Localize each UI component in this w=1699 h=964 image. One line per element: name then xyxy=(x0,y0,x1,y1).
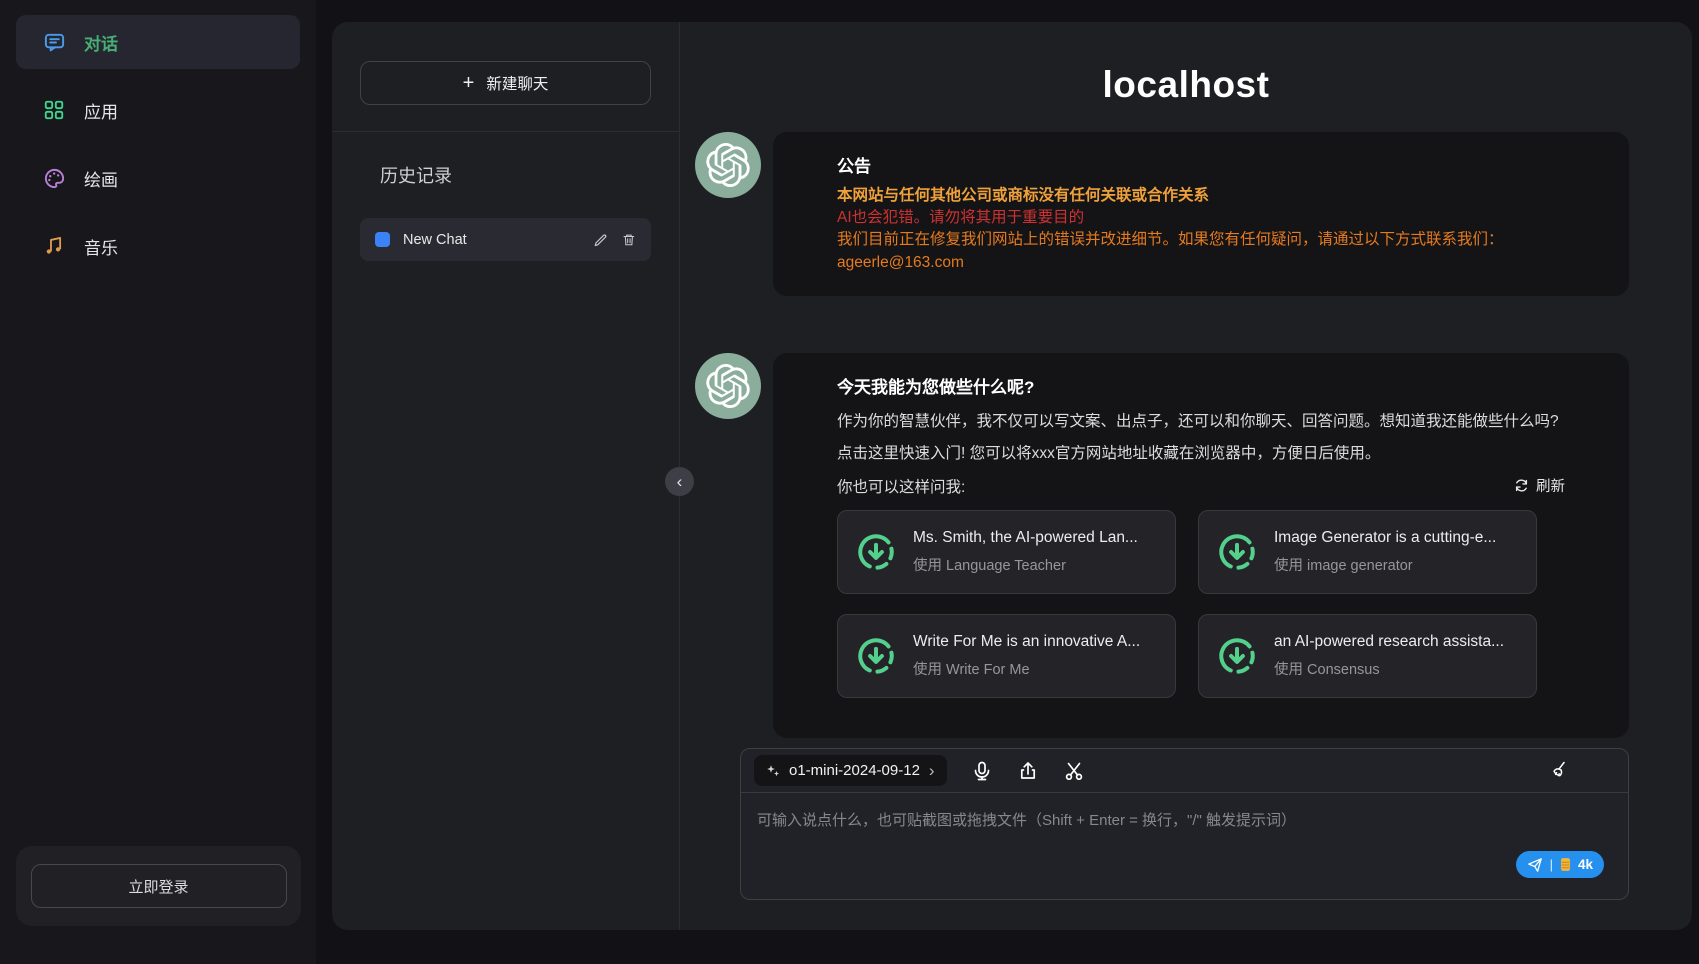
suggestion-subtitle: 使用 image generator xyxy=(1274,554,1496,575)
sparkle-icon xyxy=(766,764,780,778)
suggestion-text: Image Generator is a cutting-e... 使用 ima… xyxy=(1274,529,1496,575)
announcement-heading: 公告 xyxy=(837,154,1565,180)
suggestion-card[interactable]: Ms. Smith, the AI-powered Lan... 使用 Lang… xyxy=(837,510,1176,594)
openai-avatar xyxy=(695,132,761,198)
send-button[interactable]: | 4k xyxy=(1516,851,1604,878)
announcement-line-warning: AI也会犯错。请勿将其用于重要目的 xyxy=(837,207,1565,229)
chat-bubble-icon xyxy=(42,30,66,54)
upload-icon xyxy=(1017,760,1039,782)
history-panel: + 新建聊天 历史记录 New Chat xyxy=(332,22,679,930)
announcement-bubble: 公告 本网站与任何其他公司或商标没有任何关联或合作关系 AI也会犯错。请勿将其用… xyxy=(773,132,1629,296)
openai-logo-icon xyxy=(706,364,750,408)
suggestion-card[interactable]: Image Generator is a cutting-e... 使用 ima… xyxy=(1198,510,1537,594)
suggestion-text: an AI-powered research assista... 使用 Con… xyxy=(1274,633,1504,679)
openai-logo-icon xyxy=(706,143,750,187)
send-plane-icon xyxy=(1527,857,1543,873)
refresh-icon xyxy=(1514,478,1529,493)
sidebar-item-label: 绘画 xyxy=(84,166,118,191)
refresh-suggestions-button[interactable]: 刷新 xyxy=(1514,475,1565,496)
ask-hint: 你也可以这样问我: xyxy=(837,475,965,497)
music-note-icon xyxy=(42,234,66,258)
delete-icon[interactable] xyxy=(621,232,636,247)
refresh-label: 刷新 xyxy=(1536,475,1565,496)
chevron-right-icon: › xyxy=(929,762,935,779)
arrow-down-circle-icon xyxy=(855,531,897,573)
suggestion-subtitle: 使用 Consensus xyxy=(1274,658,1504,679)
new-chat-button[interactable]: + 新建聊天 xyxy=(360,61,651,105)
suggestion-text: Write For Me is an innovative A... 使用 Wr… xyxy=(913,633,1140,679)
plus-icon: + xyxy=(463,73,475,93)
model-label: o1-mini-2024-09-12 xyxy=(789,762,920,779)
login-card: 立即登录 xyxy=(16,846,301,926)
chevron-left-icon: ‹ xyxy=(677,472,683,492)
palette-icon xyxy=(42,166,66,190)
suggestion-card[interactable]: Write For Me is an innovative A... 使用 Wr… xyxy=(837,614,1176,698)
app-root: { "sidebar": { "items": [ { "label": "对话… xyxy=(0,0,1699,964)
upload-button[interactable] xyxy=(1017,760,1039,782)
composer: o1-mini-2024-09-12 › xyxy=(740,748,1629,900)
announcement-line-contact: 我们目前正在修复我们网站上的错误并改进细节。如果您有任何疑问，请通过以下方式联系… xyxy=(837,229,1565,251)
welcome-heading: 今天我能为您做些什么呢? xyxy=(837,375,1565,401)
new-chat-label: 新建聊天 xyxy=(486,72,548,94)
welcome-bubble: 今天我能为您做些什么呢? 作为你的智慧伙伴，我不仅可以写文案、出点子，还可以和你… xyxy=(773,353,1629,738)
history-item[interactable]: New Chat xyxy=(360,218,651,261)
composer-toolbar: o1-mini-2024-09-12 › xyxy=(741,749,1628,793)
login-button[interactable]: 立即登录 xyxy=(31,864,287,908)
history-item-actions xyxy=(593,232,636,247)
clear-context-button[interactable] xyxy=(1549,760,1571,782)
openai-avatar xyxy=(695,353,761,419)
sidebar-item-label: 应用 xyxy=(84,98,118,123)
assistant-message-announcement: 公告 本网站与任何其他公司或商标没有任何关联或合作关系 AI也会犯错。请勿将其用… xyxy=(680,132,1692,296)
suggestion-text: Ms. Smith, the AI-powered Lan... 使用 Lang… xyxy=(913,529,1138,575)
scissors-icon xyxy=(1063,760,1085,782)
sidebar-item-music[interactable]: 音乐 xyxy=(16,219,300,273)
suggestion-cards: Ms. Smith, the AI-powered Lan... 使用 Lang… xyxy=(837,510,1565,698)
microphone-button[interactable] xyxy=(971,760,993,782)
arrow-down-circle-icon xyxy=(1216,635,1258,677)
arrow-down-circle-icon xyxy=(1216,531,1258,573)
sidebar-item-label: 对话 xyxy=(84,30,118,55)
edit-icon[interactable] xyxy=(593,232,608,247)
sidebar-item-drawing[interactable]: 绘画 xyxy=(16,151,300,205)
suggestion-title: Ms. Smith, the AI-powered Lan... xyxy=(913,529,1138,547)
sidebar-nav: 对话 应用 绘画 xyxy=(0,0,316,273)
announcement-line-disclaimer: 本网站与任何其他公司或商标没有任何关联或合作关系 xyxy=(837,185,1565,207)
send-separator: | xyxy=(1550,857,1553,872)
sidebar-item-apps[interactable]: 应用 xyxy=(16,83,300,137)
contact-email-link[interactable]: ageerle@163.com xyxy=(837,252,964,274)
screenshot-button[interactable] xyxy=(1063,760,1085,782)
suggestion-title: Image Generator is a cutting-e... xyxy=(1274,529,1496,547)
assistant-message-welcome: 今天我能为您做些什么呢? 作为你的智慧伙伴，我不仅可以写文案、出点子，还可以和你… xyxy=(680,353,1692,738)
workspace: + 新建聊天 历史记录 New Chat ‹ localhost xyxy=(332,22,1692,930)
broom-icon xyxy=(1549,760,1571,782)
arrow-down-circle-icon xyxy=(855,635,897,677)
suggestion-subtitle: 使用 Language Teacher xyxy=(913,554,1138,575)
suggestion-subtitle: 使用 Write For Me xyxy=(913,658,1140,679)
token-coin-icon xyxy=(1560,857,1571,872)
suggestion-title: Write For Me is an innovative A... xyxy=(913,633,1140,651)
message-input[interactable] xyxy=(741,793,1628,899)
suggestion-title: an AI-powered research assista... xyxy=(1274,633,1504,651)
welcome-body: 作为你的智慧伙伴，我不仅可以写文案、出点子，还可以和你聊天、回答问题。想知道我还… xyxy=(837,406,1565,470)
suggestion-card[interactable]: an AI-powered research assista... 使用 Con… xyxy=(1198,614,1537,698)
chat-main: localhost 公告 本网站与任何其他公司或商标没有任何关联或合作关系 AI… xyxy=(680,22,1692,930)
model-selector[interactable]: o1-mini-2024-09-12 › xyxy=(754,755,947,786)
composer-input-area: | 4k xyxy=(741,793,1628,899)
sidebar-item-label: 音乐 xyxy=(84,234,118,259)
token-badge: 4k xyxy=(1578,857,1593,872)
chat-color-swatch-icon xyxy=(375,232,390,247)
history-divider xyxy=(332,131,679,132)
apps-grid-icon xyxy=(42,98,66,122)
history-item-title: New Chat xyxy=(403,232,580,248)
collapse-sidebar-button[interactable]: ‹ xyxy=(665,467,694,496)
microphone-icon xyxy=(971,760,993,782)
page-title: localhost xyxy=(680,64,1692,106)
sidebar-item-chat[interactable]: 对话 xyxy=(16,15,300,69)
ask-row: 你也可以这样问我: 刷新 xyxy=(837,470,1565,502)
sidebar: 对话 应用 绘画 xyxy=(0,0,316,964)
history-heading: 历史记录 xyxy=(380,162,679,188)
